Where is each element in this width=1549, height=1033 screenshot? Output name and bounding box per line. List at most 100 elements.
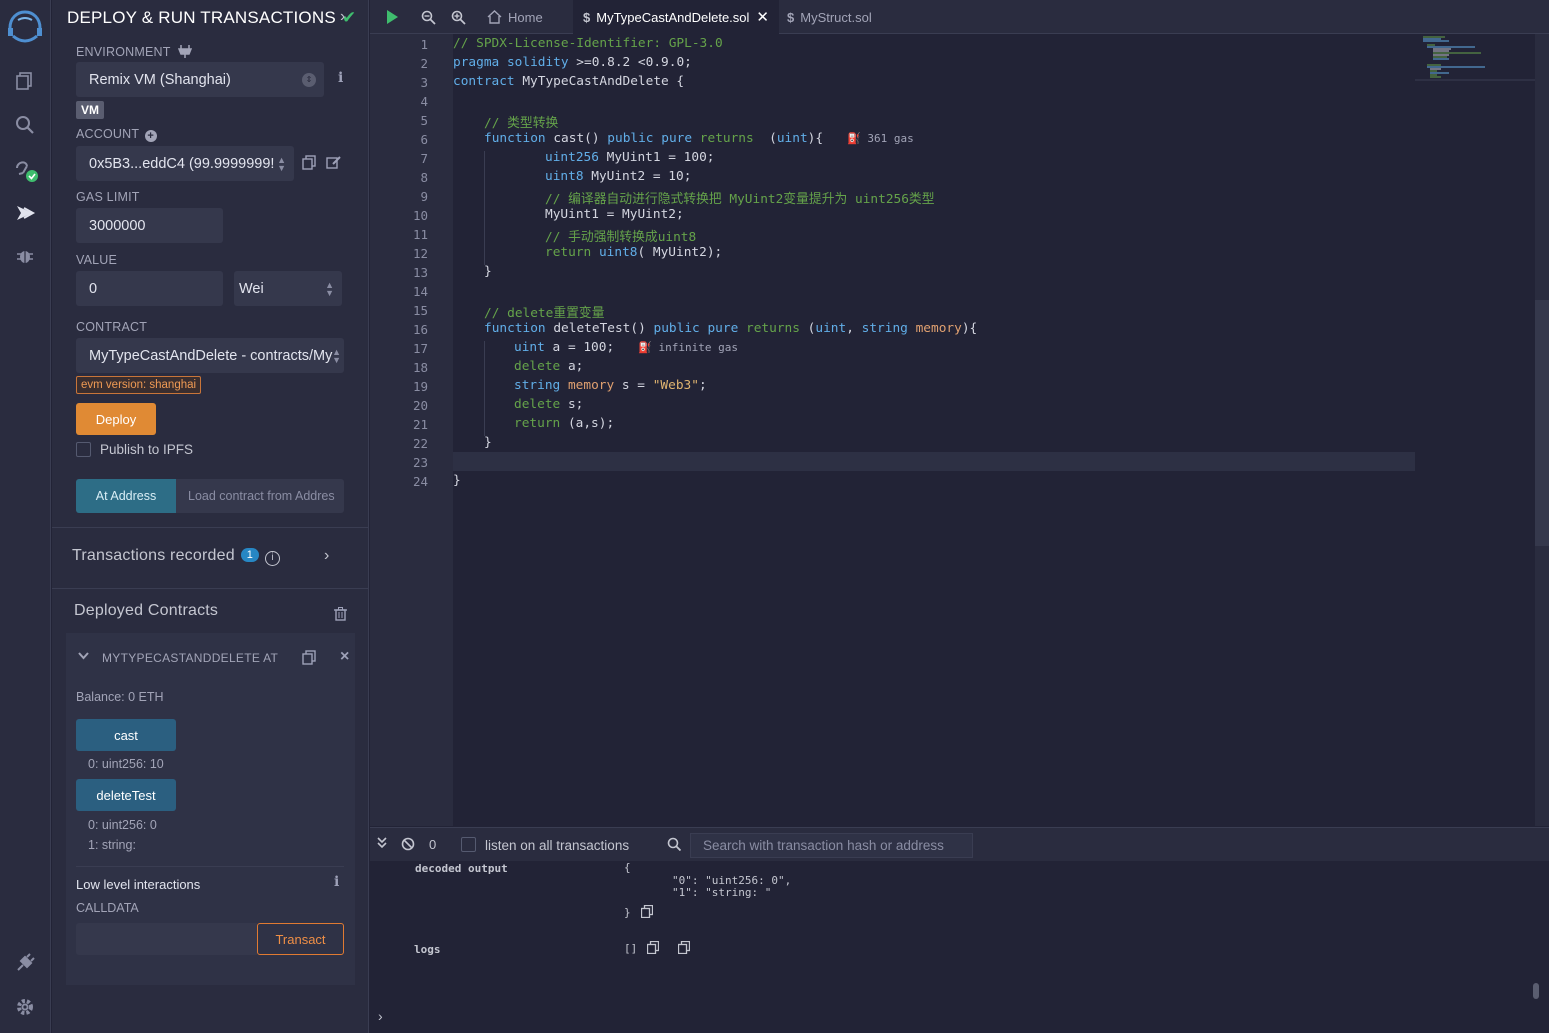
line-number: 18 — [412, 360, 428, 375]
code-token: return — [545, 245, 592, 260]
transaction-search-input[interactable]: Search with transaction hash or address — [690, 833, 973, 858]
deploy-run-panel: DEPLOY & RUN TRANSACTIONS ✔ › ENVIRONMENT… — [52, 0, 369, 1033]
code-token: contract — [453, 74, 515, 89]
chevron-right-icon[interactable]: › — [378, 1008, 383, 1024]
search-icon[interactable] — [10, 110, 40, 140]
gas-limit-label: GAS LIMIT — [76, 190, 140, 204]
code-token: , — [846, 321, 862, 336]
copy-icon[interactable] — [302, 155, 316, 173]
add-account-icon[interactable]: + — [144, 130, 157, 142]
line-number: 10 — [412, 208, 428, 223]
line-number: 7 — [420, 151, 428, 166]
minimap[interactable] — [1415, 34, 1535, 826]
copy-icon[interactable] — [640, 904, 654, 923]
tab-mytypecastanddelete[interactable]: $ MyTypeCastAndDelete.sol ✕ — [573, 0, 779, 34]
gas-pump-icon: ⛽ — [638, 341, 652, 354]
editor-scrollbar[interactable] — [1535, 34, 1549, 826]
search-icon — [667, 837, 682, 856]
icon-rail — [0, 0, 51, 1033]
select-arrows-icon: ▲ ▼ — [332, 346, 341, 365]
deploy-icon[interactable] — [10, 198, 40, 228]
transactions-recorded[interactable]: Transactions recorded 1 i — [72, 547, 281, 566]
line-number: 14 — [412, 284, 428, 299]
chevron-down-icon[interactable] — [377, 837, 387, 852]
zoom-out-icon[interactable] — [421, 0, 436, 34]
delete-test-button[interactable]: deleteTest — [76, 779, 176, 811]
code-token: delete — [514, 397, 561, 412]
trash-icon[interactable] — [334, 607, 347, 624]
code-token: solidity — [506, 55, 569, 70]
chevron-right-icon[interactable]: › — [340, 8, 345, 26]
gas-pump-icon: ⛽ — [847, 132, 861, 145]
line-number: 11 — [412, 227, 428, 242]
code-token: string — [861, 321, 908, 336]
account-label: ACCOUNT + — [76, 127, 157, 142]
play-icon[interactable] — [384, 0, 400, 34]
copy-icon[interactable] — [302, 650, 316, 668]
chevron-down-icon[interactable] — [78, 649, 89, 663]
instance-name[interactable]: MYTYPECASTANDDELETE AT 0: — [102, 651, 280, 665]
cast-button[interactable]: cast — [76, 719, 176, 751]
remix-logo-icon[interactable] — [4, 6, 46, 48]
environment-label-text: ENVIRONMENT — [76, 45, 171, 59]
contract-select[interactable]: MyTypeCastAndDelete - contracts/My ▲ ▼ — [76, 338, 344, 373]
terminal-scrollbar[interactable] — [1533, 983, 1539, 999]
plugin-manager-icon[interactable] — [10, 948, 40, 978]
file-explorer-icon[interactable] — [10, 66, 40, 96]
account-label-text: ACCOUNT — [76, 127, 139, 141]
ban-icon[interactable] — [401, 837, 415, 856]
code-token: uint — [815, 321, 847, 336]
edit-icon[interactable] — [326, 155, 341, 173]
close-icon[interactable]: ✕ — [756, 8, 769, 26]
publish-ipfs-label: Publish to IPFS — [100, 442, 194, 457]
compiler-icon[interactable] — [10, 154, 40, 184]
debugger-icon[interactable] — [10, 241, 40, 271]
info-icon[interactable]: i — [265, 551, 281, 566]
tab-mystruct[interactable]: $ MyStruct.sol — [787, 0, 872, 34]
account-select[interactable]: 0x5B3...eddC4 (99.9999999! ▲ ▼ — [76, 146, 294, 181]
value-unit-select[interactable]: Wei ▲ ▼ — [234, 271, 342, 306]
environment-select[interactable]: Remix VM (Shanghai) ⇕ — [76, 62, 324, 97]
code-line: function deleteTest() public pure return… — [484, 321, 977, 336]
scrollbar-thumb[interactable] — [1535, 300, 1549, 546]
load-contract-input[interactable]: Load contract from Addres — [176, 479, 344, 513]
copy-icon[interactable] — [646, 940, 660, 959]
code-line: // 类型转换 — [484, 116, 559, 131]
code-line: uint a = 100; ⛽ infinite gas — [514, 340, 738, 355]
code-token: a = 100; — [544, 340, 615, 355]
calldata-input[interactable] — [76, 923, 257, 955]
environment-value: Remix VM (Shanghai) — [89, 71, 231, 88]
at-address-button[interactable]: At Address — [76, 479, 176, 513]
code-line: return (a,s); — [514, 416, 614, 431]
chevron-right-icon[interactable]: › — [324, 547, 329, 565]
settings-icon[interactable] — [10, 992, 40, 1022]
line-number: 17 — [412, 341, 428, 356]
code-token: pure — [707, 321, 739, 336]
tab-mystruct-label: MyStruct.sol — [800, 9, 872, 25]
code-token: ){ — [807, 131, 824, 146]
listen-all-checkbox[interactable] — [461, 837, 476, 852]
transact-button[interactable]: Transact — [257, 923, 344, 955]
value-input[interactable]: 0 — [76, 271, 223, 306]
zoom-in-icon[interactable] — [451, 0, 466, 34]
delete-test-output-0: 0: uint256: 0 — [88, 818, 157, 832]
publish-ipfs-checkbox[interactable] — [76, 442, 91, 457]
listen-all-label: listen on all transactions — [485, 838, 630, 853]
line-number: 3 — [420, 75, 428, 90]
minimap-preview — [1415, 36, 1535, 81]
info-icon[interactable]: i — [338, 70, 343, 86]
panel-title: DEPLOY & RUN TRANSACTIONS ✔ — [67, 8, 356, 28]
info-icon[interactable]: i — [334, 874, 339, 890]
line-number: 2 — [420, 56, 428, 71]
decoded-output-line: "1": "string: " — [672, 886, 772, 899]
calldata-label: CALLDATA — [76, 901, 139, 915]
deploy-button[interactable]: Deploy — [76, 403, 156, 435]
close-icon[interactable]: × — [340, 648, 349, 666]
copy-icon[interactable] — [677, 940, 691, 959]
line-number: 9 — [420, 189, 428, 204]
editor-tabbar: Home $ MyTypeCastAndDelete.sol ✕ $ MyStr… — [370, 0, 1549, 34]
tab-home[interactable]: Home — [487, 0, 543, 34]
gas-limit-input[interactable]: 3000000 — [76, 208, 223, 243]
